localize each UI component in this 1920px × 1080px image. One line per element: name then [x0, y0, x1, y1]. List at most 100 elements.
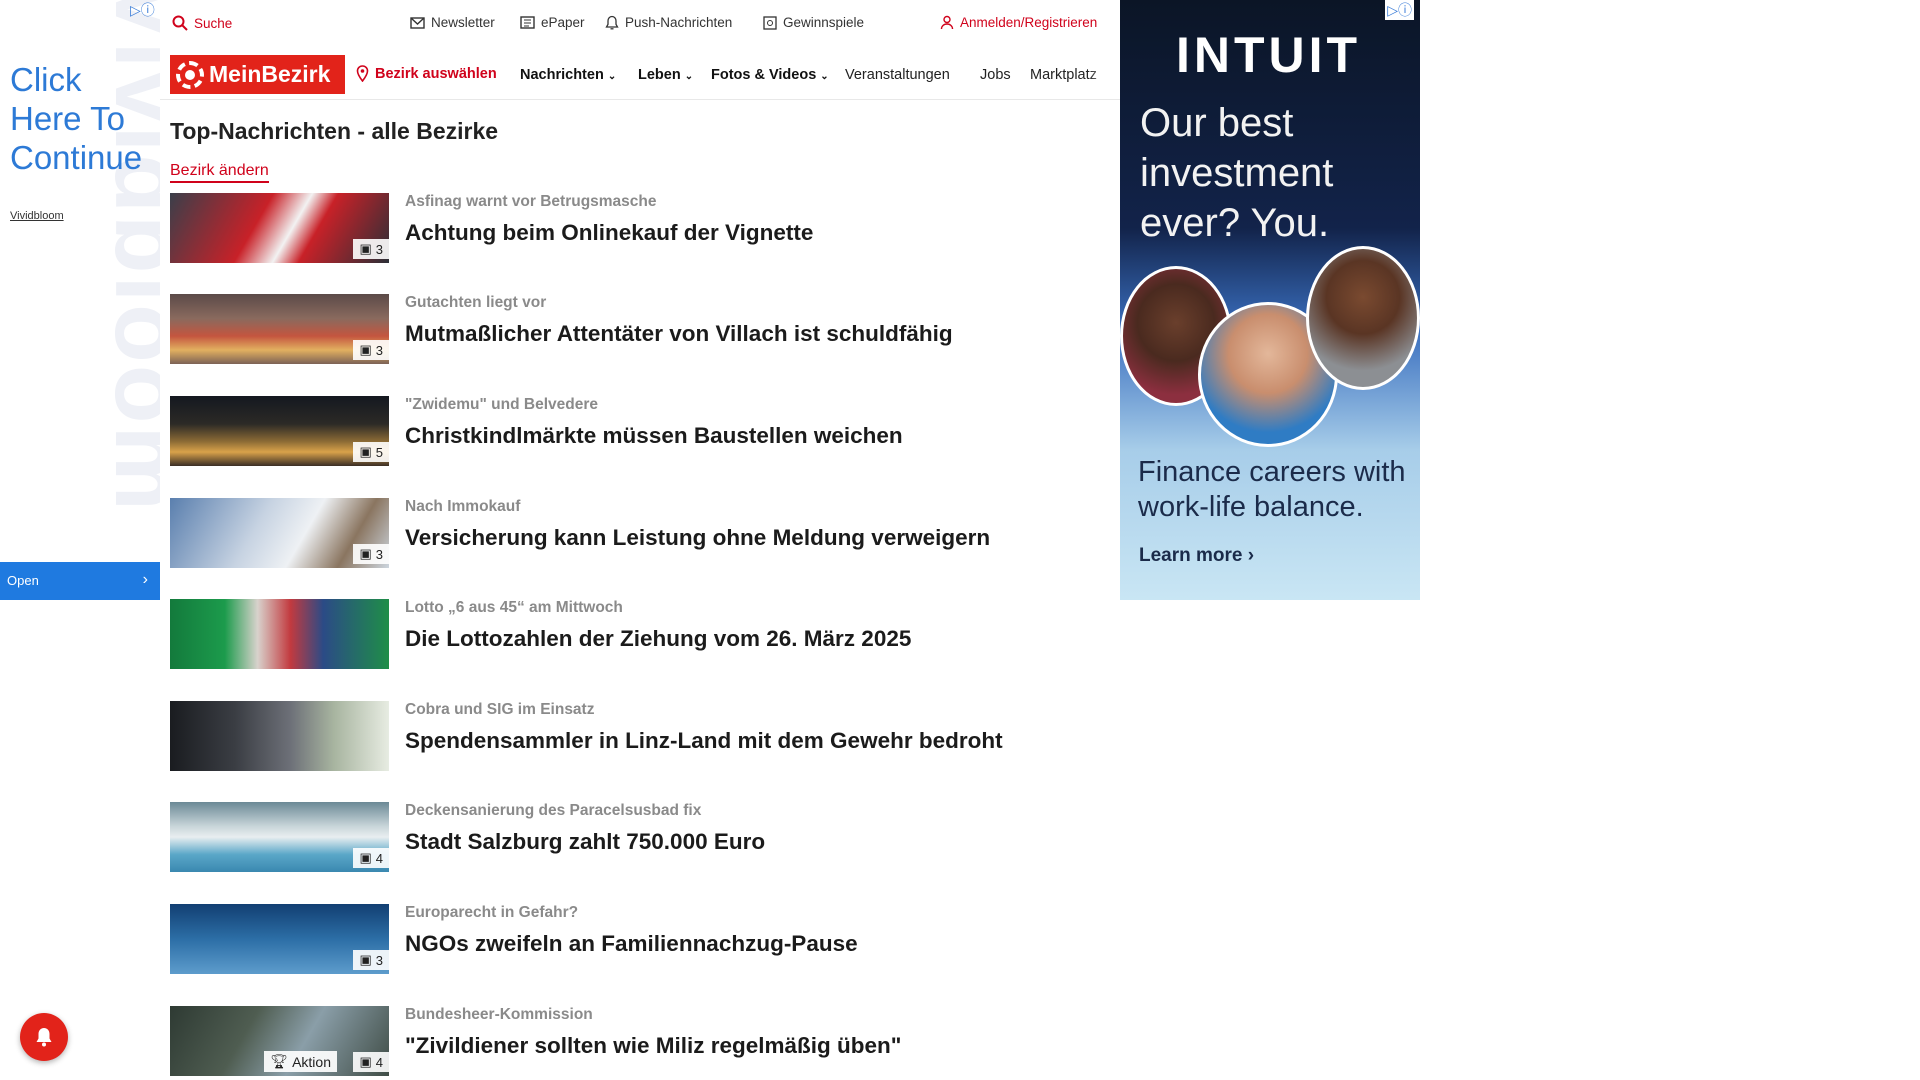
nav-item-marktplatz[interactable]: Marktplatz: [1030, 67, 1114, 83]
push-label: Push-Nachrichten: [625, 15, 733, 30]
article-thumbnail[interactable]: ▣ 3: [170, 294, 389, 364]
page-title: Top-Nachrichten - alle Bezirke: [170, 118, 499, 144]
article-kicker: Asfinag warnt vor Betrugsmasche: [405, 193, 657, 210]
user-icon: [940, 15, 954, 30]
nav-label: Leben: [638, 67, 681, 83]
chevron-right-icon: ›: [142, 571, 148, 588]
nav-item-leben[interactable]: Leben ⌄: [638, 67, 693, 83]
article-headline[interactable]: Mutmaßlicher Attentäter von Villach ist …: [405, 321, 953, 347]
article-headline[interactable]: Achtung beim Onlinekauf der Vignette: [405, 220, 813, 246]
article-item[interactable]: ▣ 4 Deckensanierung des Paracelsusbad fix…: [170, 802, 1100, 872]
article-thumbnail[interactable]: ▣ 4: [170, 802, 389, 872]
article-kicker: Europarecht in Gefahr?: [405, 904, 579, 921]
photo-count: 3: [375, 546, 383, 562]
article-item[interactable]: 🏆︎ Aktion ▣ 4 Bundesheer-Kommission "Zivil…: [170, 1006, 1100, 1076]
article-kicker: Bundesheer-Kommission: [405, 1006, 593, 1023]
meinbezirk-logo[interactable]: MeinBezirk: [170, 55, 345, 94]
image-icon: ▣: [359, 850, 372, 865]
article-thumbnail[interactable]: ▣ 3: [170, 193, 389, 263]
image-icon: ▣: [359, 444, 372, 459]
epaper-link[interactable]: ePaper: [520, 15, 585, 30]
choose-district-button[interactable]: Bezirk auswählen: [356, 65, 497, 82]
games-link[interactable]: Gewinnspiele: [763, 15, 864, 30]
location-pin-icon: [356, 65, 369, 82]
chevron-down-icon: ⌄: [820, 71, 829, 82]
ad-cta-text[interactable]: Click Here To Continue: [10, 60, 160, 177]
article-kicker: Gutachten liegt vor: [405, 294, 547, 311]
photo-count-badge: ▣ 4: [353, 848, 389, 868]
nav-item-fotos-videos[interactable]: Fotos & Videos ⌄: [711, 67, 829, 83]
photo-count: 3: [375, 952, 383, 968]
bell-icon: [36, 1028, 52, 1047]
article-kicker: Nach Immokauf: [405, 498, 521, 515]
left-ad-banner[interactable]: Vividbloom ▷ⓘ Click Here To Continue Viv…: [0, 0, 160, 1080]
nav-item-veranstaltungen[interactable]: Veranstaltungen: [845, 67, 950, 83]
search-label: Suche: [194, 15, 233, 31]
article-item[interactable]: ▣ 3 Asfinag warnt vor Betrugsmasche Achtu…: [170, 193, 1100, 263]
photo-count: 4: [375, 850, 383, 866]
article-item[interactable]: ▣ 3 Europarecht in Gefahr? NGOs zweifeln …: [170, 904, 1100, 974]
search-link[interactable]: Suche: [172, 15, 232, 31]
aktion-label: Aktion: [292, 1053, 331, 1070]
photo-count: 4: [375, 1054, 383, 1070]
article-item[interactable]: ▣ 5 "Zwidemu" und Belvedere Christkindlmä…: [170, 396, 1100, 466]
epaper-label: ePaper: [541, 15, 585, 30]
photo-count-badge: ▣ 3: [353, 950, 389, 970]
adchoices-icon[interactable]: ▷ⓘ: [1385, 0, 1414, 20]
image-icon: ▣: [359, 546, 372, 561]
chevron-down-icon: ⌄: [684, 71, 694, 82]
nav-item-jobs[interactable]: Jobs: [980, 67, 1011, 83]
article-headline[interactable]: Versicherung kann Leistung ohne Meldung …: [405, 525, 990, 551]
gift-icon: [763, 15, 777, 30]
chevron-down-icon: ⌄: [607, 71, 617, 82]
article-thumbnail[interactable]: ▣ 3: [170, 498, 389, 568]
nav-label: Fotos & Videos: [711, 67, 817, 83]
person-photo-3: [1306, 246, 1420, 390]
photo-count-badge: ▣ 3: [353, 544, 389, 564]
nav-item-nachrichten[interactable]: Nachrichten ⌄: [520, 67, 616, 83]
bell-outline-icon: [605, 15, 619, 30]
newsletter-link[interactable]: Newsletter: [410, 15, 495, 30]
article-headline[interactable]: NGOs zweifeln an Familiennachzug-Pause: [405, 931, 858, 957]
image-icon: ▣: [359, 952, 372, 967]
ad-tagline: Our best investment ever? You.: [1140, 101, 1334, 245]
right-ad-banner[interactable]: ▷ⓘ INTUIT Our best investment ever? You.…: [1120, 0, 1420, 600]
article-thumbnail[interactable]: [170, 701, 389, 771]
image-icon: ▣: [359, 241, 372, 256]
article-item[interactable]: Lotto „6 aus 45“ am Mittwoch Die Lottoza…: [170, 599, 1100, 669]
article-headline[interactable]: Stadt Salzburg zahlt 750.000 Euro: [405, 829, 765, 855]
main-content: Suche Newsletter ePaper Push-Nachrichten…: [160, 0, 1120, 1080]
article-thumbnail[interactable]: ▣ 3: [170, 904, 389, 974]
article-headline[interactable]: Die Lottozahlen der Ziehung vom 26. März…: [405, 626, 911, 652]
article-item[interactable]: Cobra und SIG im Einsatz Spendensammler …: [170, 701, 1100, 771]
push-notifications-link[interactable]: Push-Nachrichten: [605, 15, 732, 30]
article-headline[interactable]: "Zivildiener sollten wie Miliz regelmäßi…: [405, 1033, 901, 1059]
article-headline[interactable]: Christkindlmärkte müssen Baustellen weic…: [405, 423, 903, 449]
mail-icon: [410, 16, 425, 29]
article-thumbnail[interactable]: 🏆︎ Aktion ▣ 4: [170, 1006, 389, 1076]
learn-more-link[interactable]: Learn more ›: [1139, 545, 1254, 567]
search-icon: [172, 15, 188, 31]
article-item[interactable]: ▣ 3 Nach Immokauf Versicherung kann Leist…: [170, 498, 1100, 568]
image-icon: ▣: [359, 1054, 372, 1069]
games-label: Gewinnspiele: [783, 15, 865, 30]
article-headline[interactable]: Spendensammler in Linz-Land mit dem Gewe…: [405, 728, 1003, 754]
logo-text: MeinBezirk: [209, 61, 331, 87]
article-thumbnail[interactable]: ▣ 5: [170, 396, 389, 466]
newsletter-label: Newsletter: [431, 15, 495, 30]
article-kicker: Lotto „6 aus 45“ am Mittwoch: [405, 599, 623, 616]
login-link[interactable]: Anmelden/Registrieren: [940, 15, 1097, 30]
article-item[interactable]: ▣ 3 Gutachten liegt vor Mutmaßlicher Atte…: [170, 294, 1100, 364]
ad-brand-link[interactable]: Vividbloom: [10, 210, 64, 222]
notification-bell-button[interactable]: [20, 1013, 68, 1061]
photo-count: 5: [375, 444, 383, 460]
photo-count-badge: ▣ 3: [353, 239, 389, 259]
adchoices-icon[interactable]: ▷ⓘ: [130, 0, 155, 20]
photo-count-badge: ▣ 5: [353, 442, 389, 462]
ad-open-button[interactable]: Open ›: [0, 562, 160, 600]
change-district-link[interactable]: Bezirk ändern: [170, 162, 269, 183]
article-thumbnail[interactable]: [170, 599, 389, 669]
nav-label: Nachrichten: [520, 67, 604, 83]
article-kicker: Deckensanierung des Paracelsusbad fix: [405, 802, 702, 819]
ad-open-label: Open: [7, 573, 39, 588]
